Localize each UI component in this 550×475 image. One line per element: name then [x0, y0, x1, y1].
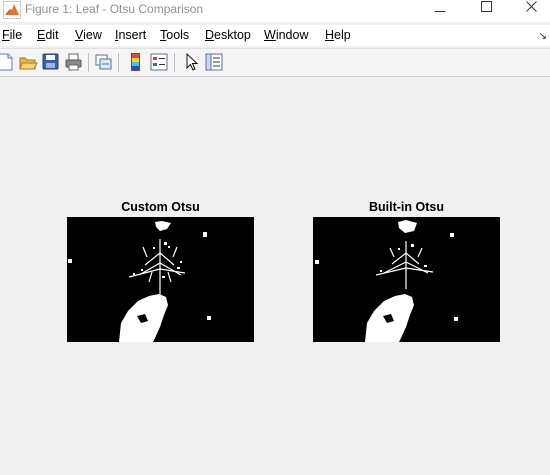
print-button[interactable]: [64, 52, 84, 72]
left-axes-title: Custom Otsu: [121, 200, 200, 214]
menu-window[interactable]: Window: [264, 27, 308, 43]
toolbar-separator: [174, 53, 175, 72]
insert-legend-button[interactable]: [149, 52, 169, 72]
open-file-icon: [19, 57, 38, 70]
toolbar-separator: [118, 53, 119, 72]
close-icon: [526, 1, 537, 12]
toolbar: [0, 48, 550, 77]
matlab-icon: [3, 1, 21, 19]
builtin-otsu-image[interactable]: [313, 217, 500, 342]
menu-desktop[interactable]: Desktop: [205, 27, 251, 43]
menu-help[interactable]: Help: [325, 27, 351, 43]
close-button[interactable]: [510, 0, 550, 22]
binary-leaf-image: [313, 217, 500, 342]
maximize-icon: [481, 1, 492, 12]
edit-plot-button[interactable]: [182, 52, 202, 72]
save-icon: [42, 53, 59, 70]
menu-insert[interactable]: Insert: [115, 27, 146, 43]
menu-view[interactable]: View: [75, 27, 102, 43]
insert-colorbar-button[interactable]: [126, 52, 146, 72]
new-figure-button[interactable]: [0, 52, 16, 72]
minimize-button[interactable]: [419, 0, 463, 22]
new-figure-icon: [0, 53, 13, 71]
menu-tools[interactable]: Tools: [160, 27, 189, 43]
link-plot-button[interactable]: [94, 52, 114, 72]
window-title: Figure 1: Leaf - Otsu Comparison: [25, 2, 204, 16]
title-bar[interactable]: Figure 1: Leaf - Otsu Comparison: [0, 0, 550, 22]
property-inspector-button[interactable]: [204, 52, 224, 72]
maximize-button[interactable]: [465, 0, 509, 22]
minimize-icon: [435, 11, 445, 12]
toolbar-separator: [88, 53, 89, 72]
menu-bar: File Edit View Insert Tools Desktop Wind…: [0, 25, 550, 46]
menu-edit[interactable]: Edit: [37, 27, 59, 43]
print-icon: [65, 53, 82, 71]
insert-colorbar-icon: [131, 53, 140, 71]
custom-otsu-image[interactable]: [67, 217, 254, 342]
open-file-button[interactable]: [18, 52, 38, 72]
edit-plot-icon: [186, 52, 199, 71]
save-button[interactable]: [41, 52, 61, 72]
dock-arrow-icon[interactable]: ↘: [539, 31, 547, 42]
menu-file[interactable]: File: [2, 27, 22, 43]
binary-leaf-image: [67, 217, 254, 342]
link-plot-icon: [95, 54, 112, 70]
insert-legend-icon: [150, 53, 168, 71]
property-inspector-icon: [205, 53, 223, 71]
right-axes-title: Built-in Otsu: [369, 200, 444, 214]
